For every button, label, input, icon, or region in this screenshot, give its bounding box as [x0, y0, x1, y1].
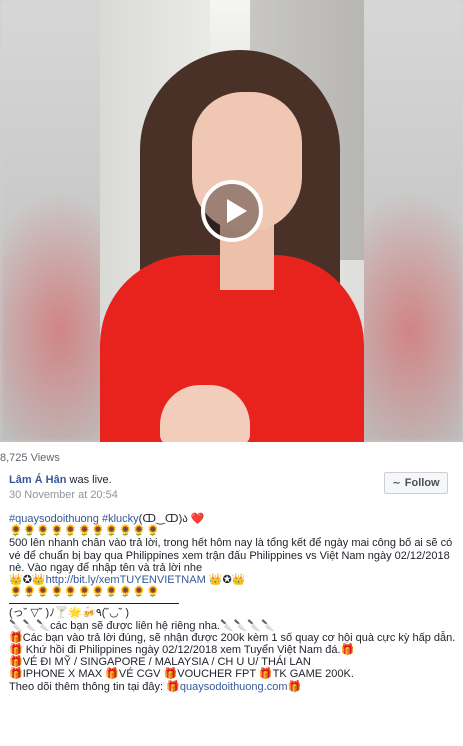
- crown-emoji: 👑✪👑: [208, 574, 246, 587]
- hashtag-klucky[interactable]: #klucky: [102, 513, 139, 525]
- sunflower-row: 🌻🌻🌻🌻🌻🌻🌻🌻🌻🌻🌻: [9, 586, 160, 599]
- post-date[interactable]: 30 November at 20:54: [9, 489, 118, 501]
- divider: [9, 598, 179, 605]
- face-emoticon: (ↀ‿ↀ)ა ❤️: [138, 513, 205, 525]
- gift-icon: 🎁: [287, 680, 302, 693]
- prize-line: 🎁IPHONE X MAX 🎁VÉ CGV 🎁VOUCHER FPT 🎁TK G…: [9, 668, 354, 681]
- hashtag-quaysodoithuong[interactable]: #quaysodoithuong: [9, 513, 99, 525]
- crown-emoji: 👑✪👑: [9, 574, 46, 587]
- contact-line: 🔪🔪🔪các bạn sẽ được liên hệ riêng nha.🔪🔪🔪…: [9, 619, 275, 632]
- live-video-player[interactable]: [0, 0, 463, 442]
- prize-line: 🎁 Khứ hồi đi Philippines ngày 02/12/2018…: [9, 644, 355, 657]
- post-body-text: 500 lên nhanh chân vào trả lời, trong hế…: [9, 537, 453, 574]
- prize-line: 🎁VÉ ĐI MỸ / SINGAPORE / MALAYSIA / CH U …: [9, 656, 311, 669]
- follow-more-text: Theo dõi thêm thông tin tại đây: 🎁: [9, 680, 180, 693]
- post-body: #quaysodoithuong #klucky(ↀ‿ↀ)ა ❤️ 🌻🌻🌻🌻🌻🌻…: [9, 513, 457, 693]
- follow-button[interactable]: ∼ Follow: [384, 472, 448, 494]
- link-line: 👑✪👑http://bit.ly/xemTUYENVIETNAM 👑✪👑: [9, 574, 457, 586]
- author-line: Lâm Á Hân was live.: [9, 474, 112, 486]
- follow-more-line: Theo dõi thêm thông tin tại đây: 🎁quayso…: [9, 681, 457, 693]
- view-count: 8,725 Views: [0, 452, 60, 464]
- rss-icon: ∼: [392, 477, 401, 489]
- author-status: was live.: [66, 474, 112, 486]
- sunflower-row: 🌻🌻🌻🌻🌻🌻🌻🌻🌻🌻🌻: [9, 525, 160, 538]
- prize-line: 🎁Các bạn vào trả lời đúng, sẽ nhận được …: [9, 631, 456, 644]
- hashtag-line: #quaysodoithuong #klucky(ↀ‿ↀ)ა ❤️: [9, 513, 457, 525]
- author-name-link[interactable]: Lâm Á Hân: [9, 474, 66, 486]
- follow-label: Follow: [404, 477, 440, 489]
- play-icon[interactable]: [201, 180, 263, 242]
- promo-link[interactable]: http://bit.ly/xemTUYENVIETNAM: [46, 574, 206, 586]
- kaomoji-line: (っ˘ ▽˘ )ﾉ🍸🌟🍻٩(˘◡˘ ): [9, 607, 130, 620]
- site-link[interactable]: quaysodoithuong.com: [180, 681, 288, 693]
